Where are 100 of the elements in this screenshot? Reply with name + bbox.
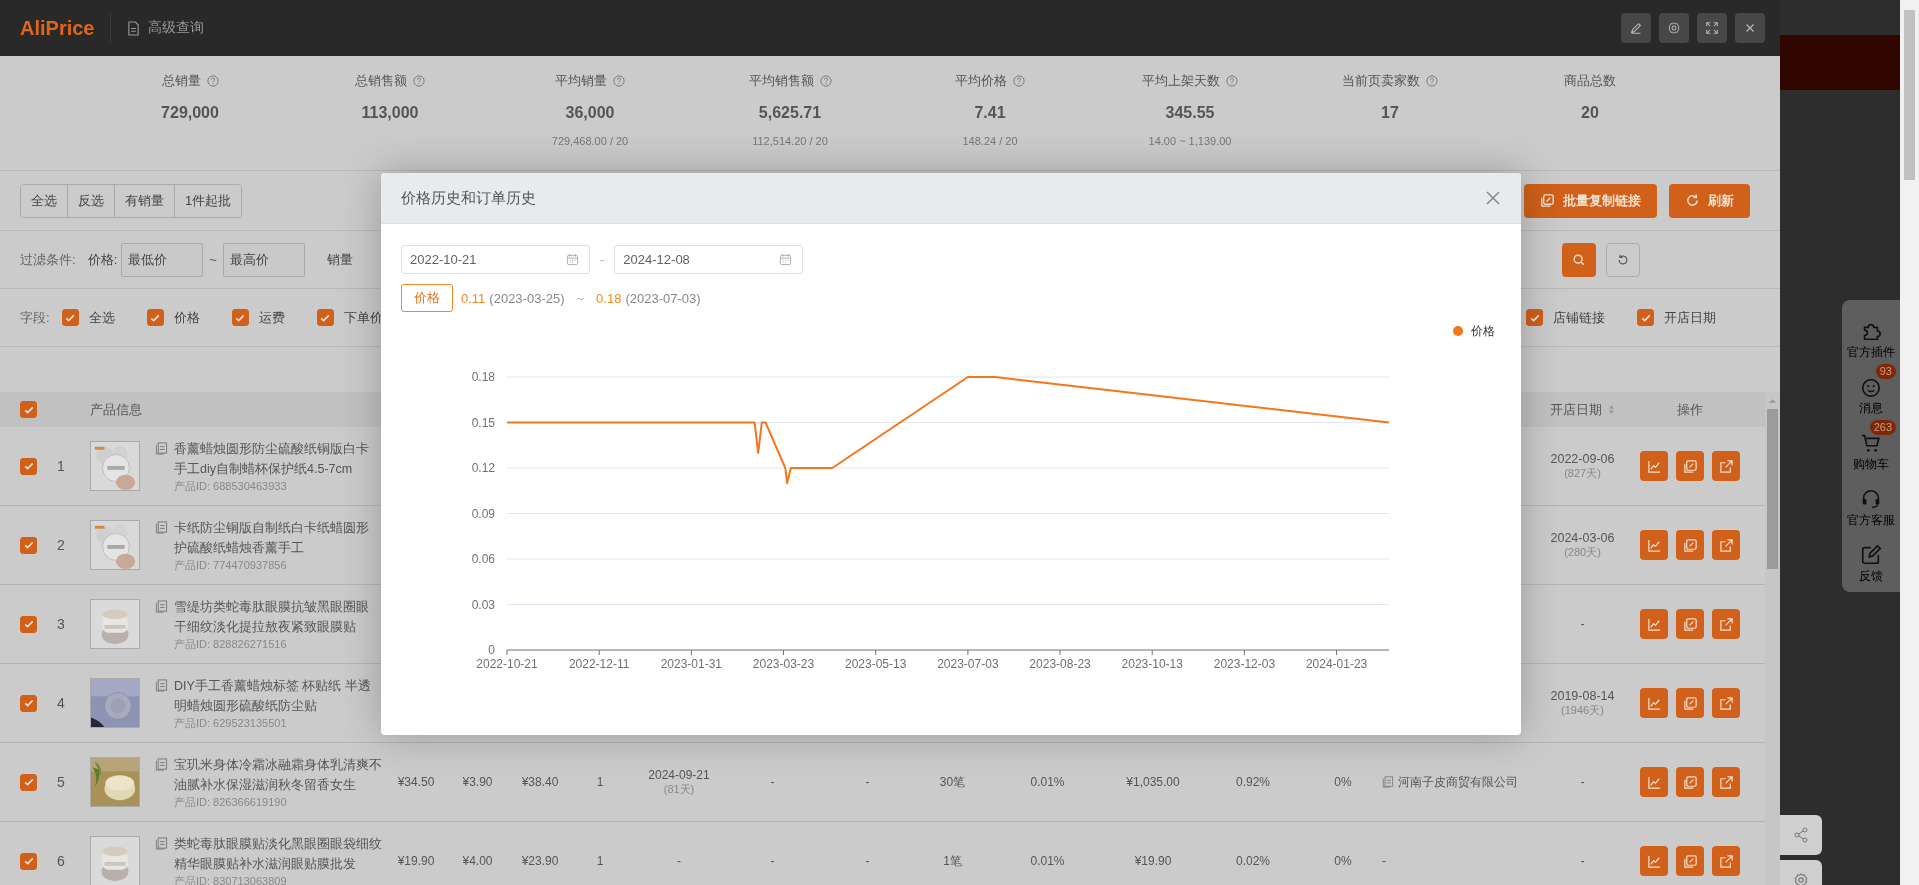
sort-icon[interactable] bbox=[1608, 404, 1615, 415]
check-icon bbox=[22, 460, 35, 472]
copy-link-button[interactable] bbox=[1676, 767, 1704, 797]
open-link-button[interactable] bbox=[1712, 530, 1740, 560]
stat-value: 7.41 bbox=[974, 104, 1006, 122]
copy-link-button[interactable] bbox=[1676, 530, 1704, 560]
checkbox[interactable] bbox=[20, 773, 37, 791]
stat-value: 20 bbox=[1581, 104, 1599, 122]
copy-icon[interactable] bbox=[155, 678, 168, 692]
stat-detail: 14.00 ~ 1,139.00 bbox=[1148, 135, 1232, 147]
side-menu-item[interactable]: 官方客服 bbox=[1844, 476, 1898, 528]
end-date-field[interactable]: 2024-12-08 bbox=[614, 245, 804, 274]
table-cell: 0% bbox=[1334, 775, 1352, 789]
help-icon[interactable] bbox=[413, 75, 425, 87]
price-history-button[interactable] bbox=[1640, 609, 1668, 639]
shop-name[interactable]: 河南子皮商贸有限公司 bbox=[1398, 773, 1518, 791]
copy-icon[interactable] bbox=[155, 520, 168, 534]
table-cell: - bbox=[770, 775, 775, 789]
quick-filter-button[interactable]: 全选 bbox=[21, 184, 68, 217]
edit-button[interactable] bbox=[1621, 13, 1651, 43]
price-history-button[interactable] bbox=[1640, 767, 1668, 797]
search-button[interactable] bbox=[1562, 242, 1596, 277]
checkbox[interactable] bbox=[20, 694, 37, 712]
checkbox[interactable] bbox=[1637, 309, 1654, 326]
stat-label: 平均销售额 bbox=[748, 72, 814, 90]
range-separator: ~ bbox=[209, 252, 217, 267]
close-button[interactable] bbox=[1735, 13, 1765, 43]
product-title[interactable]: 卡纸防尘铜版自制纸白卡纸蜡圆形 护硫酸纸蜡烛香薰手工 bbox=[174, 517, 369, 558]
copy-link-button[interactable] bbox=[1676, 846, 1704, 876]
copy-icon[interactable] bbox=[155, 599, 168, 613]
close-button[interactable] bbox=[1485, 190, 1501, 206]
checkbox[interactable] bbox=[61, 309, 79, 326]
checkbox[interactable] bbox=[20, 852, 37, 870]
calendar-icon bbox=[566, 253, 579, 266]
scrollbar[interactable] bbox=[1765, 392, 1780, 885]
checkbox[interactable] bbox=[146, 309, 164, 326]
side-menu-item[interactable]: 93 消息 bbox=[1844, 364, 1898, 416]
checkbox[interactable] bbox=[316, 309, 334, 326]
share-button[interactable] bbox=[1780, 815, 1822, 855]
table-cell: - bbox=[677, 854, 681, 868]
fullscreen-button[interactable] bbox=[1697, 13, 1727, 43]
product-title[interactable]: 宝玑米身体冷霜冰融霜身体乳清爽不 油腻补水保湿滋润秋冬留香女生 bbox=[174, 754, 382, 795]
product-title[interactable]: DIY手工香薰蜡烛标签 杯贴纸 半透 明蜡烛圆形硫酸纸防尘贴 bbox=[174, 675, 371, 716]
open-link-button[interactable] bbox=[1712, 609, 1740, 639]
row-number: 2 bbox=[56, 537, 66, 553]
open-link-button[interactable] bbox=[1712, 846, 1740, 876]
metric-tag[interactable]: 价格 bbox=[401, 284, 453, 312]
help-icon[interactable] bbox=[1226, 75, 1238, 87]
stat-detail: 148.24 / 20 bbox=[962, 135, 1018, 147]
product-title[interactable]: 类蛇毒肽眼膜贴淡化黑眼圈眼袋细纹 精华眼膜贴补水滋润眼贴膜批发 bbox=[174, 833, 382, 874]
page-scrollbar[interactable] bbox=[1900, 0, 1919, 885]
product-title[interactable]: 香薰蜡烛圆形防尘硫酸纸铜版白卡 手工diy自制蜡杯保护纸4.5-7cm bbox=[174, 438, 369, 479]
stat-label: 当前页卖家数 bbox=[1342, 72, 1420, 90]
price-history-button[interactable] bbox=[1640, 451, 1668, 481]
price-history-button[interactable] bbox=[1640, 688, 1668, 718]
open-link-button[interactable] bbox=[1712, 688, 1740, 718]
copy-icon[interactable] bbox=[155, 757, 168, 771]
checkbox[interactable] bbox=[231, 309, 249, 326]
open-date: - bbox=[1580, 775, 1585, 789]
refresh-button[interactable]: 刷新 bbox=[1669, 183, 1750, 218]
help-icon[interactable] bbox=[1013, 75, 1025, 87]
help-icon[interactable] bbox=[613, 75, 625, 87]
document-icon bbox=[127, 20, 141, 36]
checkbox[interactable] bbox=[20, 615, 37, 633]
max-price-field[interactable]: 最高价 bbox=[222, 242, 305, 277]
copy-icon[interactable] bbox=[1382, 776, 1394, 788]
min-price-field[interactable]: 最低价 bbox=[121, 242, 204, 277]
settings-button[interactable] bbox=[1659, 13, 1689, 43]
checkbox[interactable] bbox=[20, 401, 37, 418]
column-header: 开店日期 bbox=[1550, 400, 1602, 419]
scrollbar-thumb[interactable] bbox=[1904, 10, 1915, 180]
start-date-field[interactable]: 2022-10-21 bbox=[401, 245, 590, 274]
copy-link-button[interactable] bbox=[1676, 609, 1704, 639]
copy-link-button[interactable] bbox=[1676, 688, 1704, 718]
copy-icon[interactable] bbox=[155, 441, 168, 455]
price-history-button[interactable] bbox=[1640, 530, 1668, 560]
scroll-up-icon[interactable] bbox=[1768, 398, 1777, 404]
copy-icon[interactable] bbox=[155, 836, 168, 850]
side-menu-item[interactable]: 官方插件 bbox=[1844, 308, 1898, 360]
checkbox[interactable] bbox=[20, 536, 37, 554]
line-chart-icon bbox=[1646, 853, 1662, 869]
help-icon[interactable] bbox=[1426, 75, 1438, 87]
product-title[interactable]: 雪缇坊类蛇毒肽眼膜抗皱黑眼圈眼 干细纹淡化提拉敖夜紧致眼膜贴 bbox=[174, 596, 369, 637]
copy-links-button[interactable]: 批量复制链接 bbox=[1524, 183, 1657, 218]
side-menu-item[interactable]: 反馈 bbox=[1844, 532, 1898, 584]
checkbox[interactable] bbox=[20, 457, 37, 475]
side-menu-item[interactable]: 263 购物车 bbox=[1844, 420, 1898, 472]
external-link-icon bbox=[1718, 774, 1734, 790]
open-link-button[interactable] bbox=[1712, 767, 1740, 797]
open-link-button[interactable] bbox=[1712, 451, 1740, 481]
checkbox[interactable] bbox=[1526, 309, 1543, 326]
legend-item[interactable]: 价格 bbox=[1453, 324, 1495, 338]
copy-link-button[interactable] bbox=[1676, 451, 1704, 481]
scrollbar-thumb[interactable] bbox=[1767, 409, 1778, 569]
reset-button[interactable] bbox=[1606, 242, 1640, 277]
help-icon[interactable] bbox=[819, 75, 832, 87]
stat-value: 36,000 bbox=[565, 104, 615, 122]
price-history-button[interactable] bbox=[1640, 846, 1668, 876]
table-cell: - bbox=[770, 854, 775, 868]
help-icon[interactable] bbox=[206, 75, 219, 87]
